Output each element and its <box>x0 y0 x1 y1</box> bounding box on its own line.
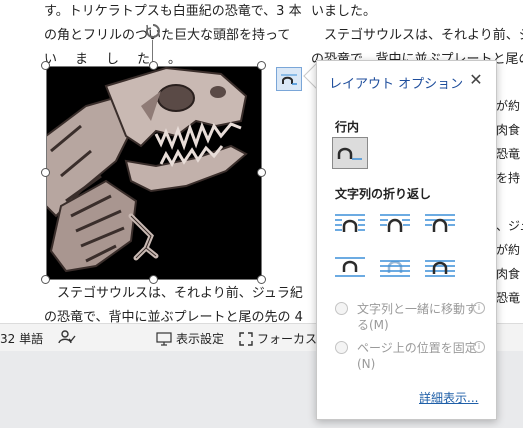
left-column-bottom: ステゴサウルスは、それより前、ジュラ紀 の恐竜で、背中に並ぶプレートと尾の先の … <box>44 282 303 323</box>
resize-handle-bottom-left[interactable] <box>41 275 50 284</box>
rotate-handle-icon[interactable] <box>145 23 161 39</box>
inline-section-label: 行内 <box>335 120 360 134</box>
info-icon[interactable]: i <box>473 341 485 353</box>
doc-fragment: 恐竜 <box>496 291 521 305</box>
move-with-text-radio[interactable] <box>335 302 348 315</box>
close-icon[interactable]: ✕ <box>467 71 485 89</box>
right-column-fragments: が約 肉食 恐竜 を持 、ジュ が約 肉食 恐竜 <box>496 94 523 310</box>
wrap-square-icon <box>335 214 365 232</box>
wrap-behind-text-button[interactable] <box>377 251 413 283</box>
resize-handle-top-right[interactable] <box>257 61 266 70</box>
focus-icon <box>239 331 253 346</box>
resize-handle-top[interactable] <box>149 61 158 70</box>
doc-line: ステゴサウルスは、それより前、ジュラ紀 <box>324 28 523 43</box>
wrap-tight-button[interactable] <box>377 208 413 240</box>
panel-title: レイアウト オプション <box>329 77 464 92</box>
doc-line: ステゴサウルスは、それより前、ジュラ紀 <box>44 286 303 301</box>
info-icon[interactable]: i <box>473 302 485 314</box>
wrap-inline-with-text-button[interactable] <box>332 137 368 169</box>
move-with-text-label: 文字列と一緒に移動する(M) <box>357 302 478 332</box>
word-count[interactable]: 32 単語 <box>0 330 43 347</box>
resize-handle-left[interactable] <box>41 168 50 177</box>
wrap-through-icon <box>425 214 455 232</box>
doc-fragment: 肉食 <box>496 267 521 281</box>
image-selection-border <box>46 66 262 280</box>
wrap-square-button[interactable] <box>332 208 368 240</box>
word-count-label: 32 単語 <box>0 332 44 346</box>
see-more-link[interactable]: 詳細表示... <box>419 389 478 406</box>
wrap-tight-icon <box>380 214 410 232</box>
display-settings-icon <box>156 331 172 346</box>
doc-fragment: 恐竜 <box>496 147 521 161</box>
fix-position-label: ページ上の位置を固定(N) <box>357 341 477 371</box>
resize-handle-right[interactable] <box>257 168 266 177</box>
wrap-in-front-of-text-icon <box>425 260 455 277</box>
resize-handle-bottom-right[interactable] <box>257 275 266 284</box>
display-settings-label: 表示設定 <box>176 332 225 346</box>
focus-label: フォーカス <box>257 332 318 346</box>
fix-position-radio[interactable] <box>335 341 348 354</box>
doc-fragment <box>496 190 523 214</box>
left-column: す。トリケラトプスも白亜紀の恐竜で、3 本 の角とフリルのついた巨大な頭部を持っ… <box>44 0 302 72</box>
focus-button[interactable]: フォーカス <box>239 330 317 347</box>
doc-fragment: を持 <box>496 171 521 185</box>
doc-fragment: 、ジュ <box>496 219 523 233</box>
doc-line: いました。 <box>311 4 377 19</box>
resize-handle-top-left[interactable] <box>41 61 50 70</box>
inline-with-text-icon <box>337 147 362 160</box>
wrap-top-bottom-button[interactable] <box>332 251 368 283</box>
layout-options-panel: レイアウト オプション ✕ 行内 文字列の折り返し 文字列と一緒に移動する(M)… <box>316 60 497 420</box>
wrap-in-front-of-text-button[interactable] <box>422 251 458 283</box>
doc-line: の恐竜で、背中に並ぶプレートと尾の先の 4 <box>44 310 303 323</box>
doc-line: の角とフリルのついた巨大な頭部を持って <box>44 28 291 43</box>
resize-handle-bottom[interactable] <box>149 275 158 284</box>
doc-fragment: 肉食 <box>496 123 521 137</box>
accessibility-icon[interactable] <box>58 330 76 344</box>
move-with-text-option[interactable]: 文字列と一緒に移動する(M) i <box>335 301 485 333</box>
doc-line: す。トリケラトプスも白亜紀の恐竜で、3 本 <box>44 4 302 19</box>
wrap-top-bottom-icon <box>335 257 365 277</box>
wrap-through-button[interactable] <box>422 208 458 240</box>
wrap-behind-text-icon <box>380 260 410 277</box>
fix-position-option[interactable]: ページ上の位置を固定(N) i <box>335 340 485 372</box>
doc-fragment: が約 <box>496 243 521 257</box>
doc-fragment: が約 <box>496 99 521 113</box>
display-settings-button[interactable]: 表示設定 <box>156 330 224 347</box>
wrap-section-label: 文字列の折り返し <box>335 187 432 201</box>
layout-options-icon[interactable] <box>276 67 302 91</box>
